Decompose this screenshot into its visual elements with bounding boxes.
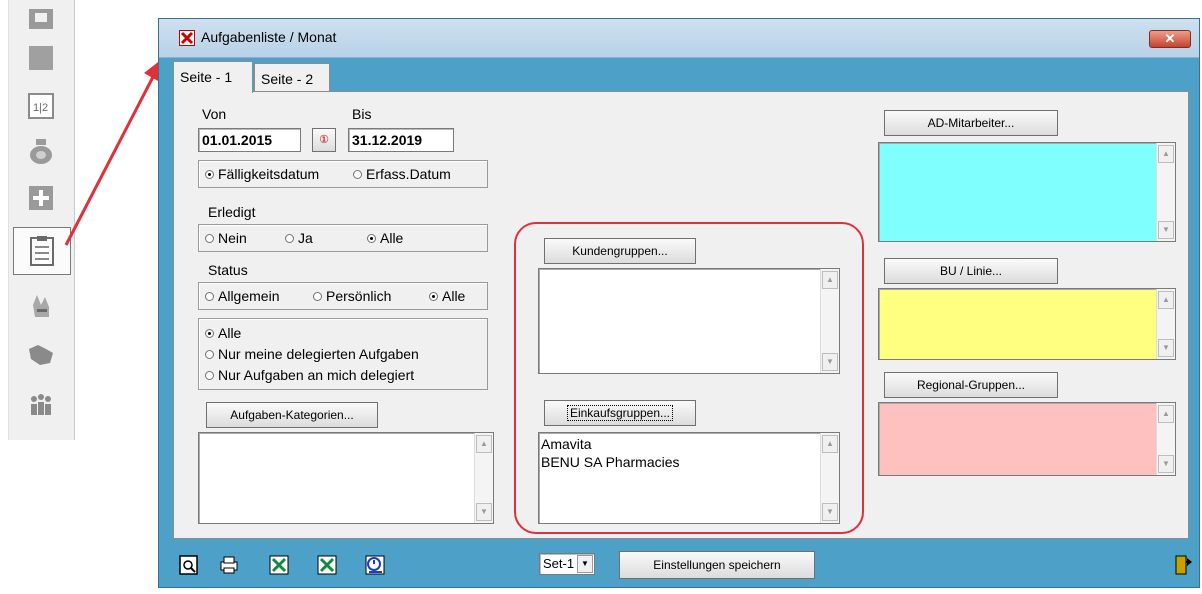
bis-date-field[interactable]: 31.12.2019 [348, 128, 454, 152]
task-list-window: Aufgabenliste / Monat ✕ Seite - 1 Seite … [158, 18, 1200, 588]
window-title: Aufgabenliste / Monat [201, 29, 337, 45]
bu-linie-list[interactable]: ▲ ▼ [878, 288, 1176, 360]
radio-status-persoenlich[interactable]: Persönlich [313, 288, 391, 304]
radio-dot [205, 370, 214, 380]
save-icon[interactable] [23, 2, 59, 38]
radio-delegation-an-mich[interactable]: Nur Aufgaben an mich delegiert [205, 367, 414, 383]
excel-icon[interactable] [269, 555, 289, 575]
map-icon[interactable] [23, 337, 59, 373]
radio-erledigt-alle[interactable]: Alle [367, 230, 403, 246]
annotation-arrow [64, 59, 162, 246]
radio-dot [367, 233, 376, 243]
scroll-up-icon[interactable]: ▲ [1158, 291, 1174, 309]
radio-dot [353, 169, 362, 179]
print-preview-icon[interactable] [179, 555, 199, 575]
bottom-toolbar: Set-1 ▼ Einstellungen speichern [159, 543, 1199, 587]
delegation-group: Alle Nur meine delegierten Aufgaben Nur … [198, 318, 488, 390]
radio-delegation-meine[interactable]: Nur meine delegierten Aufgaben [205, 346, 419, 362]
von-date-field[interactable]: 01.01.2015 [198, 128, 301, 152]
radio-dot [205, 328, 214, 338]
calendar-fraction-icon[interactable]: 1|2 [23, 88, 59, 124]
radio-erledigt-nein[interactable]: Nein [205, 230, 247, 246]
app-close-x-icon [179, 30, 195, 46]
chevron-down-icon[interactable]: ▼ [577, 555, 593, 573]
annotation-circle [514, 222, 864, 534]
scroll-down-icon[interactable]: ▼ [1158, 339, 1174, 357]
ad-mitarbeiter-scrollbar[interactable]: ▲ ▼ [1156, 143, 1175, 241]
radio-dot [313, 291, 322, 301]
regional-gruppen-button[interactable]: Regional-Gruppen... [884, 372, 1058, 398]
ad-mitarbeiter-list[interactable]: ▲ ▼ [878, 142, 1176, 242]
scroll-down-icon[interactable]: ▼ [1158, 221, 1174, 239]
radio-erfass-datum[interactable]: Erfass.Datum [353, 166, 451, 182]
excel-export-icon[interactable] [317, 555, 337, 575]
bis-label: Bis [352, 106, 372, 122]
radio-status-allgemein[interactable]: Allgemein [205, 288, 279, 304]
kategorien-scrollbar[interactable]: ▲ ▼ [474, 433, 493, 523]
people-icon[interactable] [23, 387, 59, 423]
exit-door-icon[interactable] [1173, 555, 1193, 575]
radio-erledigt-ja[interactable]: Ja [285, 230, 313, 246]
title-bar: Aufgabenliste / Monat ✕ [159, 19, 1199, 58]
printer-icon[interactable] [219, 555, 239, 575]
calendar-button[interactable]: ① [312, 128, 336, 152]
hand-icon[interactable] [23, 288, 59, 324]
scroll-up-icon[interactable]: ▲ [1158, 405, 1174, 423]
set-select-value: Set-1 [543, 556, 575, 571]
aufgaben-kategorien-button[interactable]: Aufgaben-Kategorien... [206, 402, 378, 428]
svg-text:1|2: 1|2 [33, 102, 48, 114]
scroll-up-icon[interactable]: ▲ [1158, 145, 1174, 163]
scroll-down-icon[interactable]: ▼ [1158, 455, 1174, 473]
radio-dot [205, 169, 214, 179]
bu-linie-scrollbar[interactable]: ▲ ▼ [1156, 289, 1175, 359]
tab-seite-2[interactable]: Seite - 2 [254, 63, 330, 93]
tab-seite-1[interactable]: Seite - 1 [173, 61, 253, 93]
tab-panel: Von 01.01.2015 ① Bis 31.12.2019 Fälligke… [173, 91, 1189, 539]
radio-dot [205, 349, 214, 359]
scroll-down-icon[interactable]: ▼ [476, 503, 492, 521]
scroll-up-icon[interactable]: ▲ [476, 435, 492, 453]
radio-faelligkeitsdatum[interactable]: Fälligkeitsdatum [205, 166, 319, 182]
radio-dot [285, 233, 294, 243]
bu-linie-button[interactable]: BU / Linie... [884, 258, 1058, 284]
set-select[interactable]: Set-1 ▼ [539, 553, 595, 575]
plus-icon[interactable] [23, 180, 59, 216]
radio-delegation-alle[interactable]: Alle [205, 325, 241, 341]
regional-gruppen-list[interactable]: ▲ ▼ [878, 402, 1176, 476]
close-button[interactable]: ✕ [1149, 30, 1191, 48]
status-label: Status [208, 262, 248, 278]
gray-square-icon[interactable] [23, 40, 59, 76]
radio-dot [205, 233, 214, 243]
einstellungen-speichern-button[interactable]: Einstellungen speichern [619, 551, 815, 579]
radio-dot [429, 291, 438, 301]
pot-icon[interactable] [23, 133, 59, 169]
ad-mitarbeiter-button[interactable]: AD-Mitarbeiter... [884, 110, 1058, 136]
kategorien-list[interactable]: ▲ ▼ [198, 432, 494, 524]
status-group: Allgemein Persönlich Alle [198, 282, 488, 310]
clock-report-icon[interactable] [365, 555, 385, 575]
date-type-group: Fälligkeitsdatum Erfass.Datum [198, 160, 488, 188]
calendar-icon: ① [319, 134, 329, 146]
erledigt-label: Erledigt [208, 204, 256, 220]
regional-gruppen-scrollbar[interactable]: ▲ ▼ [1156, 403, 1175, 475]
von-label: Von [202, 106, 227, 122]
erledigt-group: Nein Ja Alle [198, 224, 488, 252]
radio-dot [205, 291, 214, 301]
radio-status-alle[interactable]: Alle [429, 288, 465, 304]
